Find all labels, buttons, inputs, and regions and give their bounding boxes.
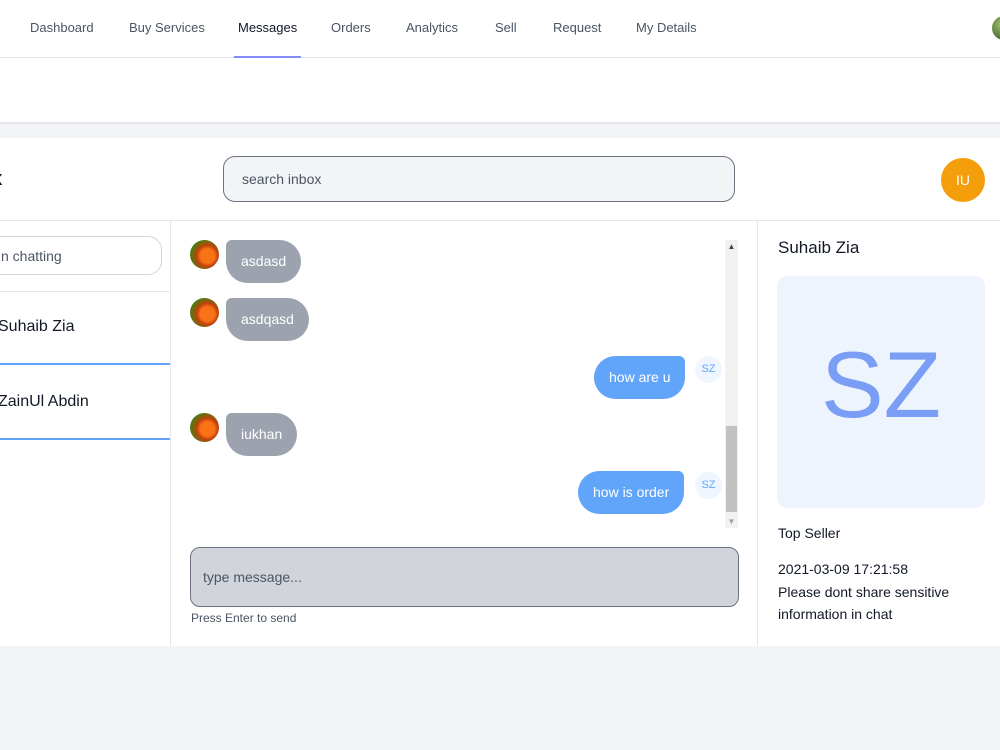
profile-role: Top Seller [778, 525, 841, 541]
profile-date: 2021-03-09 17:21:58 [778, 561, 908, 577]
scroll-up-arrow-icon[interactable]: ▲ [725, 240, 738, 253]
nav-request[interactable]: Request [553, 0, 601, 58]
sender-avatar [190, 240, 219, 269]
message-input[interactable] [190, 547, 739, 607]
nav-orders[interactable]: Orders [331, 0, 371, 58]
profile-panel: Suhaib Zia SZ Top Seller 2021-03-09 17:2… [759, 221, 1000, 646]
contact-name: ZainUl Abdin [0, 393, 89, 410]
user-initials-badge[interactable]: IU [941, 158, 985, 202]
inbox-title: ox [0, 168, 2, 191]
nav-buy-services[interactable]: Buy Services [129, 0, 205, 58]
nav-sell[interactable]: Sell [495, 0, 517, 58]
scroll-thumb[interactable] [726, 426, 737, 512]
profile-note: Please dont share sensitive information … [778, 584, 950, 622]
nav-my-details[interactable]: My Details [636, 0, 697, 58]
user-avatar[interactable] [992, 16, 1000, 40]
contact-list: Suhaib Zia ZainUl Abdin [0, 221, 171, 646]
message-bubble-outgoing: how are u [594, 356, 686, 399]
sub-header [0, 58, 1000, 124]
recipient-avatar: SZ [695, 472, 722, 499]
profile-initials-card: SZ [777, 276, 985, 508]
recipient-avatar: SZ [695, 356, 722, 383]
send-hint: Press Enter to send [191, 611, 297, 625]
sender-avatar [190, 413, 219, 442]
sender-avatar [190, 298, 219, 327]
message-bubble-incoming: iukhan [226, 413, 298, 456]
nav-dashboard[interactable]: Dashboard [30, 0, 94, 58]
contact-search-input[interactable] [0, 236, 162, 275]
message-bubble-incoming: asdasd [226, 240, 302, 283]
inbox-panel: ox IU Suhaib Zia ZainUl Abdin asdasd asd… [0, 138, 1000, 646]
search-inbox-input[interactable] [223, 156, 735, 202]
nav-analytics[interactable]: Analytics [406, 0, 458, 58]
profile-initials: SZ [820, 332, 942, 437]
profile-name: Suhaib Zia [778, 238, 860, 257]
scroll-down-arrow-icon[interactable]: ▼ [725, 515, 738, 528]
top-navigation: Dashboard Buy Services Messages Orders A… [0, 0, 1000, 58]
message-bubble-outgoing: how is order [578, 471, 685, 514]
chat-scrollbar[interactable]: ▲ ▼ [725, 240, 738, 528]
chat-area: asdasd asdqasd how are u SZ iukhan how i… [172, 221, 758, 646]
nav-messages[interactable]: Messages [233, 0, 302, 58]
message-bubble-incoming: asdqasd [226, 298, 309, 341]
contact-name: Suhaib Zia [0, 318, 75, 335]
contact-item-suhaib-zia[interactable]: Suhaib Zia [0, 292, 170, 365]
contact-item-zainul-abdin[interactable]: ZainUl Abdin [0, 367, 170, 440]
inbox-header: ox IU [0, 138, 1000, 221]
